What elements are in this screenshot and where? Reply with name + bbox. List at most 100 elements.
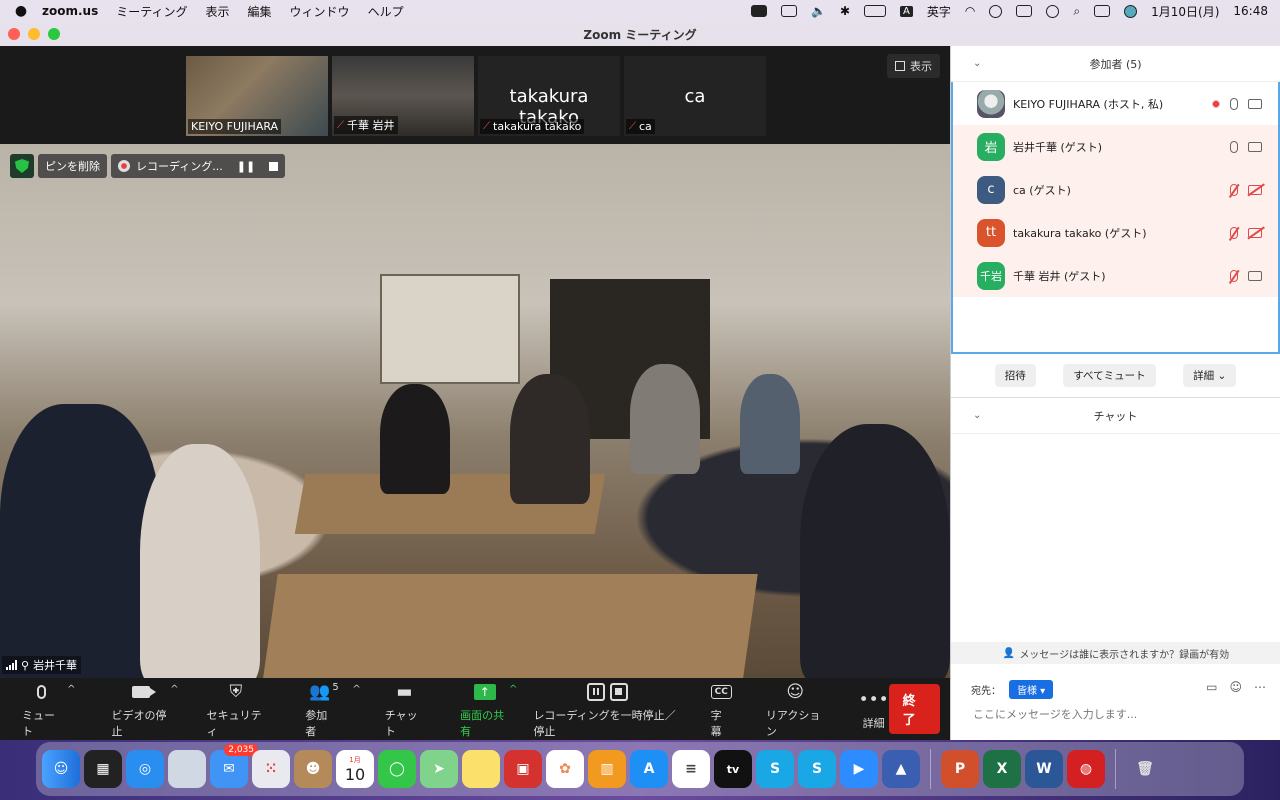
stop-video-button[interactable]: ^ ビデオの停止: [111, 680, 178, 739]
chat-message-input[interactable]: ここにメッセージを入力します...: [973, 706, 1137, 722]
video-off-icon[interactable]: [1248, 227, 1262, 238]
bluetooth-icon[interactable]: ✱: [840, 4, 850, 18]
remove-pin-button[interactable]: ピンを削除: [38, 154, 107, 178]
more-dots-icon[interactable]: ⋯: [1254, 680, 1266, 694]
recipient-select[interactable]: 皆様 ▾: [1009, 680, 1054, 699]
view-button[interactable]: 表示: [887, 54, 940, 78]
notes-icon[interactable]: [462, 750, 500, 788]
mute-all-button[interactable]: すべてミュート: [1063, 364, 1156, 387]
security-button[interactable]: ⛨ セキュリティ: [207, 680, 266, 739]
microphone-icon[interactable]: [1230, 97, 1238, 110]
video-off-icon[interactable]: [1248, 184, 1262, 195]
battery-icon[interactable]: [864, 5, 887, 17]
skype-icon[interactable]: S: [756, 750, 794, 788]
time-machine-icon[interactable]: [1046, 4, 1060, 18]
fullscreen-window-button[interactable]: [48, 28, 60, 40]
share-options-caret[interactable]: ^: [509, 684, 517, 695]
pause-icon[interactable]: [586, 682, 605, 701]
siri-icon[interactable]: [1124, 4, 1138, 18]
apple-tv-icon[interactable]: tv: [714, 750, 752, 788]
volume-icon[interactable]: 🔈: [811, 4, 826, 18]
calendar-icon[interactable]: 1月 10: [336, 750, 374, 788]
skype-2-icon[interactable]: S: [798, 750, 836, 788]
emoji-icon[interactable]: ☺: [1229, 680, 1242, 694]
stop-icon[interactable]: [609, 682, 628, 701]
participant-row[interactable]: KEIYO FUJIHARA (ホスト, 私): [953, 82, 1278, 125]
video-camera-icon[interactable]: [1248, 270, 1262, 281]
extension-icon[interactable]: [781, 5, 798, 17]
zoom-status-icon[interactable]: [751, 5, 768, 17]
mission-control-icon[interactable]: ▦: [84, 750, 122, 788]
trend-micro-icon[interactable]: ◍: [1067, 750, 1105, 788]
photo-booth-icon[interactable]: ▣: [504, 750, 542, 788]
menu-help[interactable]: ヘルプ: [368, 3, 404, 20]
file-icon[interactable]: ▭: [1206, 680, 1217, 694]
menu-app-name[interactable]: zoom.us: [42, 4, 98, 18]
menu-view[interactable]: 表示: [206, 3, 230, 20]
memory-icon[interactable]: [1016, 5, 1033, 17]
chat-visibility-notice[interactable]: 👤 メッセージは誰に表示されますか？録画が有効: [951, 642, 1280, 664]
thumbnail-ca[interactable]: ca ⟋ ca: [624, 56, 766, 136]
excel-icon[interactable]: X: [983, 750, 1021, 788]
microphone-muted-icon[interactable]: [1230, 269, 1238, 282]
menu-time[interactable]: 16:48: [1233, 4, 1268, 18]
app-store-icon[interactable]: A: [630, 750, 668, 788]
share-screen-button[interactable]: ↑ ^ 画面の共有: [460, 680, 517, 739]
main-video[interactable]: ⚲ 岩井千華: [0, 144, 950, 678]
closed-caption-button[interactable]: CC 字幕: [710, 680, 732, 739]
invite-button[interactable]: 招待: [994, 364, 1036, 387]
menu-meeting[interactable]: ミーティング: [116, 3, 187, 20]
input-method-label[interactable]: 英字: [927, 3, 951, 20]
wifi-icon[interactable]: ◠: [965, 4, 975, 18]
trash-icon[interactable]: 🗑: [1126, 750, 1164, 788]
collapse-participants-chevron-icon[interactable]: ⌄: [973, 58, 981, 69]
participants-button[interactable]: 👥 5 ^ 参加者: [305, 680, 361, 739]
safari-icon[interactable]: ◎: [126, 750, 164, 788]
mute-button[interactable]: ^ ミュート: [22, 680, 75, 739]
close-window-button[interactable]: [8, 28, 20, 40]
chat-button[interactable]: ▬ チャット: [385, 680, 424, 739]
mail-icon[interactable]: ✉ 2,035: [210, 744, 258, 788]
video-camera-icon[interactable]: [1248, 141, 1262, 152]
minimize-window-button[interactable]: [28, 28, 40, 40]
pause-recording-button[interactable]: ❚❚: [237, 160, 255, 173]
input-method-icon[interactable]: A: [900, 5, 913, 17]
spotlight-icon[interactable]: ⌕: [1073, 4, 1080, 19]
recording-controls[interactable]: レコーディングを一時停止／停止: [533, 680, 680, 739]
security-shield-button[interactable]: [10, 154, 34, 178]
finder-icon[interactable]: ☺: [42, 750, 80, 788]
contacts-icon[interactable]: ☻: [294, 750, 332, 788]
preview-icon[interactable]: [168, 750, 206, 788]
participant-row[interactable]: 千岩 千華 岩井 (ゲスト): [953, 254, 1278, 297]
control-center-icon[interactable]: [1094, 5, 1111, 17]
microphone-muted-icon[interactable]: [1230, 183, 1238, 196]
menu-date[interactable]: 1月10日(月): [1151, 3, 1219, 20]
thumbnail-keiyo[interactable]: KEIYO FUJIHARA: [186, 56, 328, 136]
collapse-chat-chevron-icon[interactable]: ⌄: [973, 410, 981, 421]
participant-row[interactable]: tt takakura takako (ゲスト): [953, 211, 1278, 254]
participant-row[interactable]: c ca (ゲスト): [953, 168, 1278, 211]
menu-edit[interactable]: 編集: [248, 3, 272, 20]
user-icon[interactable]: [989, 4, 1003, 18]
video-camera-icon[interactable]: [1248, 98, 1262, 109]
thumbnail-iwai[interactable]: ⟋ 千華 岩井: [332, 56, 474, 136]
microphone-icon[interactable]: [1230, 140, 1238, 153]
participants-more-button[interactable]: 詳細 ⌄: [1183, 364, 1237, 387]
word-icon[interactable]: W: [1025, 750, 1063, 788]
end-meeting-button[interactable]: 終了: [888, 684, 940, 734]
video-options-caret[interactable]: ^: [170, 684, 178, 695]
stop-recording-button[interactable]: [269, 161, 279, 171]
participants-options-caret[interactable]: ^: [352, 684, 360, 695]
photos-icon[interactable]: ✿: [546, 750, 584, 788]
menu-window[interactable]: ウィンドウ: [290, 3, 350, 20]
messages-icon[interactable]: ◯: [378, 750, 416, 788]
reminders-icon[interactable]: ≡: [672, 750, 710, 788]
more-button[interactable]: ••• 詳細: [859, 688, 889, 731]
thumbnail-takakura[interactable]: takakura takako ⟋ takakura takako: [478, 56, 620, 136]
books-icon[interactable]: ▥: [588, 750, 626, 788]
maps-icon[interactable]: ➤: [420, 750, 458, 788]
powerpoint-icon[interactable]: P: [941, 750, 979, 788]
participant-row[interactable]: 岩 岩井千華 (ゲスト): [953, 125, 1278, 168]
apple-menu-icon[interactable]: ●: [0, 3, 42, 19]
mute-options-caret[interactable]: ^: [67, 684, 75, 695]
